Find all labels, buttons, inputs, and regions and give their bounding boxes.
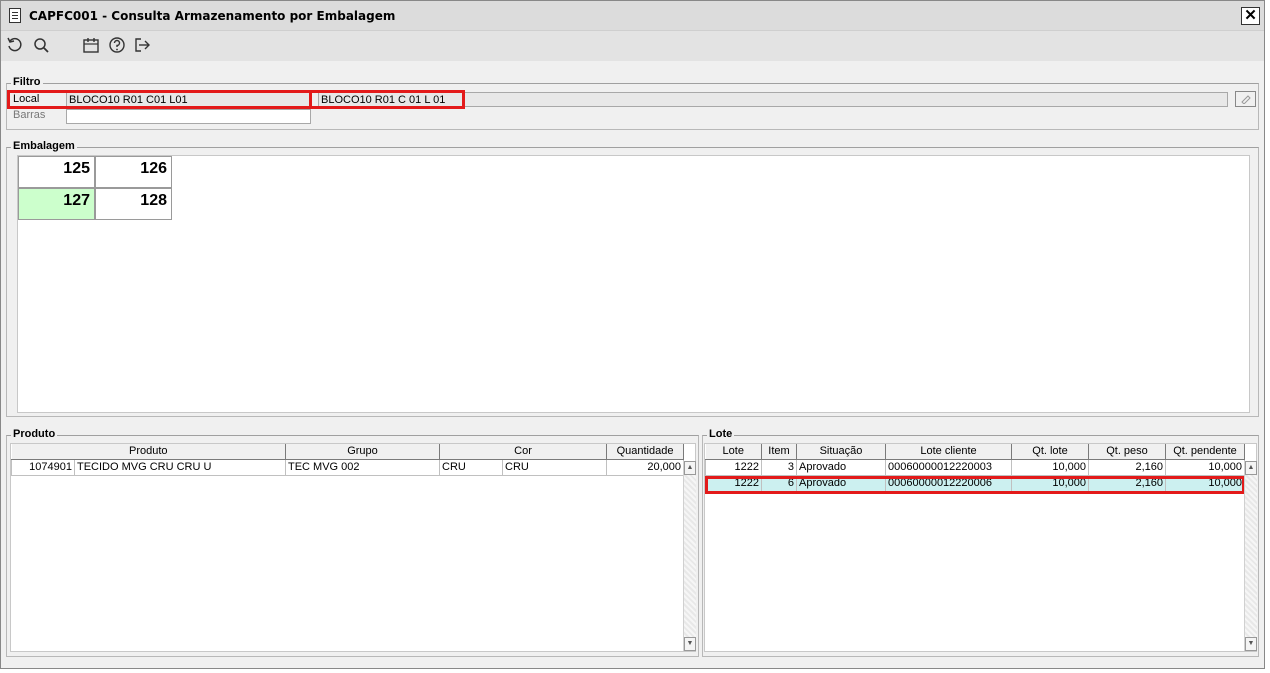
search-icon[interactable] — [32, 36, 52, 56]
lote-number: 1222 — [705, 458, 762, 476]
toolbar — [1, 31, 1264, 61]
produto-name: TECIDO MVG CRU CRU U — [74, 458, 286, 476]
scroll-down-icon[interactable]: ▼ — [1245, 637, 1257, 651]
highlight-local-box — [7, 90, 465, 109]
close-button[interactable]: ✕ — [1241, 7, 1260, 25]
embalagem-cell-selected[interactable]: 127 — [18, 188, 95, 220]
produto-table-panel: Produto Grupo Cor Quantidade 1074901 TEC… — [10, 443, 696, 652]
produto-cor1: CRU — [439, 458, 503, 476]
highlight-local-divider — [309, 90, 312, 109]
table-row[interactable]: 1222 3 Aprovado 00060000012220003 10,000… — [705, 458, 1245, 476]
window-title: CAPFC001 - Consulta Armazenamento por Em… — [29, 9, 396, 23]
calendar-icon[interactable] — [82, 36, 102, 56]
embalagem-grid: 125 126 127 128 — [17, 155, 1250, 413]
lote-qt-pendente: 10,000 — [1165, 458, 1245, 476]
scroll-down-icon[interactable]: ▼ — [684, 637, 696, 651]
exit-icon[interactable] — [133, 36, 153, 56]
embalagem-legend: Embalagem — [11, 140, 77, 152]
embalagem-cell[interactable]: 128 — [95, 188, 172, 220]
col-cor[interactable]: Cor — [439, 444, 608, 460]
lote-item: 3 — [761, 458, 797, 476]
document-icon — [9, 8, 21, 23]
help-icon[interactable] — [108, 36, 128, 56]
produto-legend: Produto — [11, 428, 58, 440]
lote-qt-lote: 10,000 — [1011, 458, 1089, 476]
produto-table: Produto Grupo Cor Quantidade 1074901 TEC… — [11, 444, 685, 476]
col-lote-cliente[interactable]: Lote cliente — [885, 444, 1012, 460]
lote-qt-peso: 2,160 — [1088, 458, 1166, 476]
lote-cliente: 00060000012220003 — [885, 458, 1012, 476]
produto-quantidade: 20,000 — [606, 458, 685, 476]
col-situacao[interactable]: Situação — [796, 444, 886, 460]
col-grupo[interactable]: Grupo — [285, 444, 440, 460]
col-quantidade[interactable]: Quantidade — [606, 444, 685, 460]
main-window: CAPFC001 - Consulta Armazenamento por Em… — [0, 0, 1265, 669]
embalagem-cell[interactable]: 125 — [18, 156, 95, 188]
col-item[interactable]: Item — [761, 444, 797, 460]
col-qt-peso[interactable]: Qt. peso — [1088, 444, 1166, 460]
scroll-up-icon[interactable]: ▲ — [1245, 461, 1257, 475]
lote-table-panel: Lote Item Situação Lote cliente Qt. lote… — [704, 443, 1257, 652]
col-lote[interactable]: Lote — [705, 444, 762, 460]
scroll-up-icon[interactable]: ▲ — [684, 461, 696, 475]
produto-grupo: TEC MVG 002 — [285, 458, 440, 476]
lote-legend: Lote — [707, 428, 735, 440]
local-lookup-button[interactable] — [1235, 91, 1256, 107]
table-row[interactable]: 1074901 TECIDO MVG CRU CRU U TEC MVG 002… — [11, 458, 685, 476]
lote-scrollbar[interactable]: ▲ ▼ — [1244, 461, 1257, 651]
produto-cor2: CRU — [501, 458, 608, 476]
title-bar: CAPFC001 - Consulta Armazenamento por Em… — [1, 1, 1264, 31]
lote-situacao: Aprovado — [796, 458, 886, 476]
highlight-lote-row-box — [705, 476, 1245, 494]
col-qt-pendente[interactable]: Qt. pendente — [1165, 444, 1245, 460]
col-qt-lote[interactable]: Qt. lote — [1011, 444, 1089, 460]
barras-label: Barras — [13, 109, 46, 121]
barras-input[interactable] — [66, 109, 311, 124]
filtro-legend: Filtro — [11, 76, 43, 88]
refresh-icon[interactable] — [6, 36, 26, 56]
col-produto[interactable]: Produto — [11, 444, 286, 460]
produto-code: 1074901 — [11, 458, 75, 476]
edit-icon — [1240, 95, 1251, 104]
produto-scrollbar[interactable]: ▲ ▼ — [683, 461, 696, 651]
embalagem-cell[interactable]: 126 — [95, 156, 172, 188]
